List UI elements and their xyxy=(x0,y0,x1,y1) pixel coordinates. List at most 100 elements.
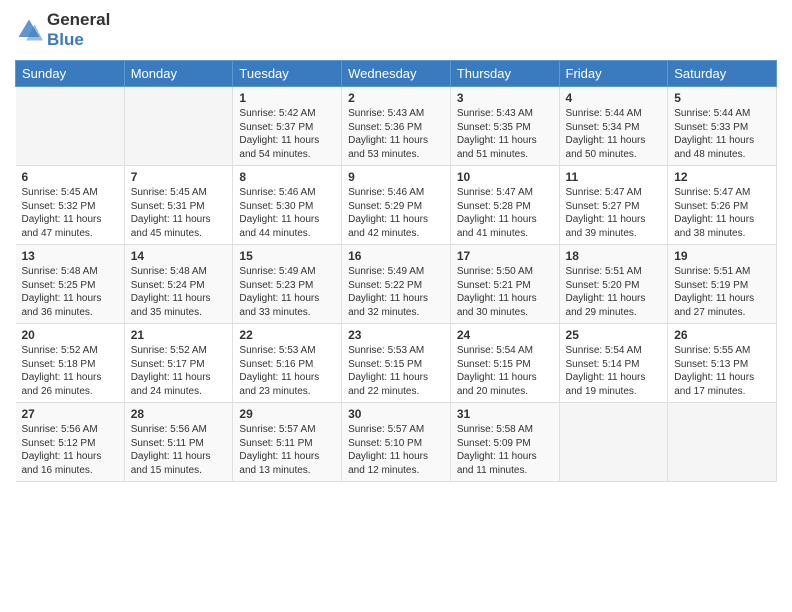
day-number: 24 xyxy=(457,328,553,342)
day-number: 25 xyxy=(566,328,662,342)
day-number: 5 xyxy=(674,91,770,105)
cell-content: Sunrise: 5:47 AMSunset: 5:27 PMDaylight:… xyxy=(566,186,662,240)
day-number: 16 xyxy=(348,249,444,263)
day-number: 11 xyxy=(566,170,662,184)
calendar-cell: 3 Sunrise: 5:43 AMSunset: 5:35 PMDayligh… xyxy=(450,87,559,166)
calendar-week-row: 20 Sunrise: 5:52 AMSunset: 5:18 PMDaylig… xyxy=(16,324,777,403)
calendar-cell: 18 Sunrise: 5:51 AMSunset: 5:20 PMDaylig… xyxy=(559,245,668,324)
cell-content: Sunrise: 5:54 AMSunset: 5:15 PMDaylight:… xyxy=(457,344,553,398)
calendar-cell: 29 Sunrise: 5:57 AMSunset: 5:11 PMDaylig… xyxy=(233,403,342,482)
calendar-cell: 30 Sunrise: 5:57 AMSunset: 5:10 PMDaylig… xyxy=(342,403,451,482)
day-number: 1 xyxy=(239,91,335,105)
day-number: 29 xyxy=(239,407,335,421)
cell-content: Sunrise: 5:43 AMSunset: 5:35 PMDaylight:… xyxy=(457,107,553,161)
day-number: 20 xyxy=(22,328,118,342)
cell-content: Sunrise: 5:55 AMSunset: 5:13 PMDaylight:… xyxy=(674,344,770,398)
day-number: 31 xyxy=(457,407,553,421)
calendar-cell: 25 Sunrise: 5:54 AMSunset: 5:14 PMDaylig… xyxy=(559,324,668,403)
cell-content: Sunrise: 5:57 AMSunset: 5:10 PMDaylight:… xyxy=(348,423,444,477)
calendar-cell: 11 Sunrise: 5:47 AMSunset: 5:27 PMDaylig… xyxy=(559,166,668,245)
weekday-header-tuesday: Tuesday xyxy=(233,61,342,87)
cell-content: Sunrise: 5:53 AMSunset: 5:15 PMDaylight:… xyxy=(348,344,444,398)
header: General Blue xyxy=(15,10,777,50)
cell-content: Sunrise: 5:54 AMSunset: 5:14 PMDaylight:… xyxy=(566,344,662,398)
calendar-week-row: 13 Sunrise: 5:48 AMSunset: 5:25 PMDaylig… xyxy=(16,245,777,324)
cell-content: Sunrise: 5:49 AMSunset: 5:23 PMDaylight:… xyxy=(239,265,335,319)
cell-content: Sunrise: 5:45 AMSunset: 5:32 PMDaylight:… xyxy=(22,186,118,240)
calendar-cell: 6 Sunrise: 5:45 AMSunset: 5:32 PMDayligh… xyxy=(16,166,125,245)
day-number: 15 xyxy=(239,249,335,263)
calendar-cell: 10 Sunrise: 5:47 AMSunset: 5:28 PMDaylig… xyxy=(450,166,559,245)
day-number: 9 xyxy=(348,170,444,184)
calendar-cell xyxy=(668,403,777,482)
cell-content: Sunrise: 5:45 AMSunset: 5:31 PMDaylight:… xyxy=(131,186,227,240)
cell-content: Sunrise: 5:52 AMSunset: 5:18 PMDaylight:… xyxy=(22,344,118,398)
calendar-cell: 31 Sunrise: 5:58 AMSunset: 5:09 PMDaylig… xyxy=(450,403,559,482)
calendar-cell: 8 Sunrise: 5:46 AMSunset: 5:30 PMDayligh… xyxy=(233,166,342,245)
cell-content: Sunrise: 5:57 AMSunset: 5:11 PMDaylight:… xyxy=(239,423,335,477)
cell-content: Sunrise: 5:47 AMSunset: 5:28 PMDaylight:… xyxy=(457,186,553,240)
calendar-cell: 2 Sunrise: 5:43 AMSunset: 5:36 PMDayligh… xyxy=(342,87,451,166)
calendar-cell: 22 Sunrise: 5:53 AMSunset: 5:16 PMDaylig… xyxy=(233,324,342,403)
logo: General Blue xyxy=(15,10,110,50)
day-number: 27 xyxy=(22,407,118,421)
logo-icon xyxy=(15,16,43,44)
cell-content: Sunrise: 5:58 AMSunset: 5:09 PMDaylight:… xyxy=(457,423,553,477)
day-number: 2 xyxy=(348,91,444,105)
weekday-header-monday: Monday xyxy=(124,61,233,87)
calendar-cell: 4 Sunrise: 5:44 AMSunset: 5:34 PMDayligh… xyxy=(559,87,668,166)
cell-content: Sunrise: 5:42 AMSunset: 5:37 PMDaylight:… xyxy=(239,107,335,161)
calendar-week-row: 27 Sunrise: 5:56 AMSunset: 5:12 PMDaylig… xyxy=(16,403,777,482)
weekday-header-thursday: Thursday xyxy=(450,61,559,87)
day-number: 26 xyxy=(674,328,770,342)
weekday-header-row: SundayMondayTuesdayWednesdayThursdayFrid… xyxy=(16,61,777,87)
calendar-cell: 14 Sunrise: 5:48 AMSunset: 5:24 PMDaylig… xyxy=(124,245,233,324)
cell-content: Sunrise: 5:48 AMSunset: 5:25 PMDaylight:… xyxy=(22,265,118,319)
day-number: 30 xyxy=(348,407,444,421)
cell-content: Sunrise: 5:56 AMSunset: 5:12 PMDaylight:… xyxy=(22,423,118,477)
day-number: 17 xyxy=(457,249,553,263)
calendar-cell: 15 Sunrise: 5:49 AMSunset: 5:23 PMDaylig… xyxy=(233,245,342,324)
cell-content: Sunrise: 5:46 AMSunset: 5:30 PMDaylight:… xyxy=(239,186,335,240)
cell-content: Sunrise: 5:49 AMSunset: 5:22 PMDaylight:… xyxy=(348,265,444,319)
day-number: 10 xyxy=(457,170,553,184)
calendar-cell: 21 Sunrise: 5:52 AMSunset: 5:17 PMDaylig… xyxy=(124,324,233,403)
weekday-header-saturday: Saturday xyxy=(668,61,777,87)
cell-content: Sunrise: 5:56 AMSunset: 5:11 PMDaylight:… xyxy=(131,423,227,477)
calendar-cell: 9 Sunrise: 5:46 AMSunset: 5:29 PMDayligh… xyxy=(342,166,451,245)
cell-content: Sunrise: 5:50 AMSunset: 5:21 PMDaylight:… xyxy=(457,265,553,319)
day-number: 19 xyxy=(674,249,770,263)
calendar-cell: 27 Sunrise: 5:56 AMSunset: 5:12 PMDaylig… xyxy=(16,403,125,482)
day-number: 23 xyxy=(348,328,444,342)
calendar-cell: 19 Sunrise: 5:51 AMSunset: 5:19 PMDaylig… xyxy=(668,245,777,324)
cell-content: Sunrise: 5:52 AMSunset: 5:17 PMDaylight:… xyxy=(131,344,227,398)
day-number: 3 xyxy=(457,91,553,105)
cell-content: Sunrise: 5:43 AMSunset: 5:36 PMDaylight:… xyxy=(348,107,444,161)
calendar-cell xyxy=(16,87,125,166)
day-number: 12 xyxy=(674,170,770,184)
calendar-cell: 13 Sunrise: 5:48 AMSunset: 5:25 PMDaylig… xyxy=(16,245,125,324)
calendar-cell: 17 Sunrise: 5:50 AMSunset: 5:21 PMDaylig… xyxy=(450,245,559,324)
calendar-cell: 1 Sunrise: 5:42 AMSunset: 5:37 PMDayligh… xyxy=(233,87,342,166)
weekday-header-friday: Friday xyxy=(559,61,668,87)
day-number: 21 xyxy=(131,328,227,342)
day-number: 4 xyxy=(566,91,662,105)
cell-content: Sunrise: 5:53 AMSunset: 5:16 PMDaylight:… xyxy=(239,344,335,398)
day-number: 22 xyxy=(239,328,335,342)
calendar-cell: 12 Sunrise: 5:47 AMSunset: 5:26 PMDaylig… xyxy=(668,166,777,245)
calendar-cell: 26 Sunrise: 5:55 AMSunset: 5:13 PMDaylig… xyxy=(668,324,777,403)
calendar-cell: 5 Sunrise: 5:44 AMSunset: 5:33 PMDayligh… xyxy=(668,87,777,166)
logo-text-blue: Blue xyxy=(47,30,110,50)
cell-content: Sunrise: 5:44 AMSunset: 5:33 PMDaylight:… xyxy=(674,107,770,161)
calendar-cell: 20 Sunrise: 5:52 AMSunset: 5:18 PMDaylig… xyxy=(16,324,125,403)
calendar-week-row: 6 Sunrise: 5:45 AMSunset: 5:32 PMDayligh… xyxy=(16,166,777,245)
calendar-cell xyxy=(559,403,668,482)
day-number: 18 xyxy=(566,249,662,263)
day-number: 8 xyxy=(239,170,335,184)
cell-content: Sunrise: 5:44 AMSunset: 5:34 PMDaylight:… xyxy=(566,107,662,161)
calendar-cell xyxy=(124,87,233,166)
day-number: 13 xyxy=(22,249,118,263)
calendar-cell: 7 Sunrise: 5:45 AMSunset: 5:31 PMDayligh… xyxy=(124,166,233,245)
day-number: 6 xyxy=(22,170,118,184)
cell-content: Sunrise: 5:51 AMSunset: 5:20 PMDaylight:… xyxy=(566,265,662,319)
